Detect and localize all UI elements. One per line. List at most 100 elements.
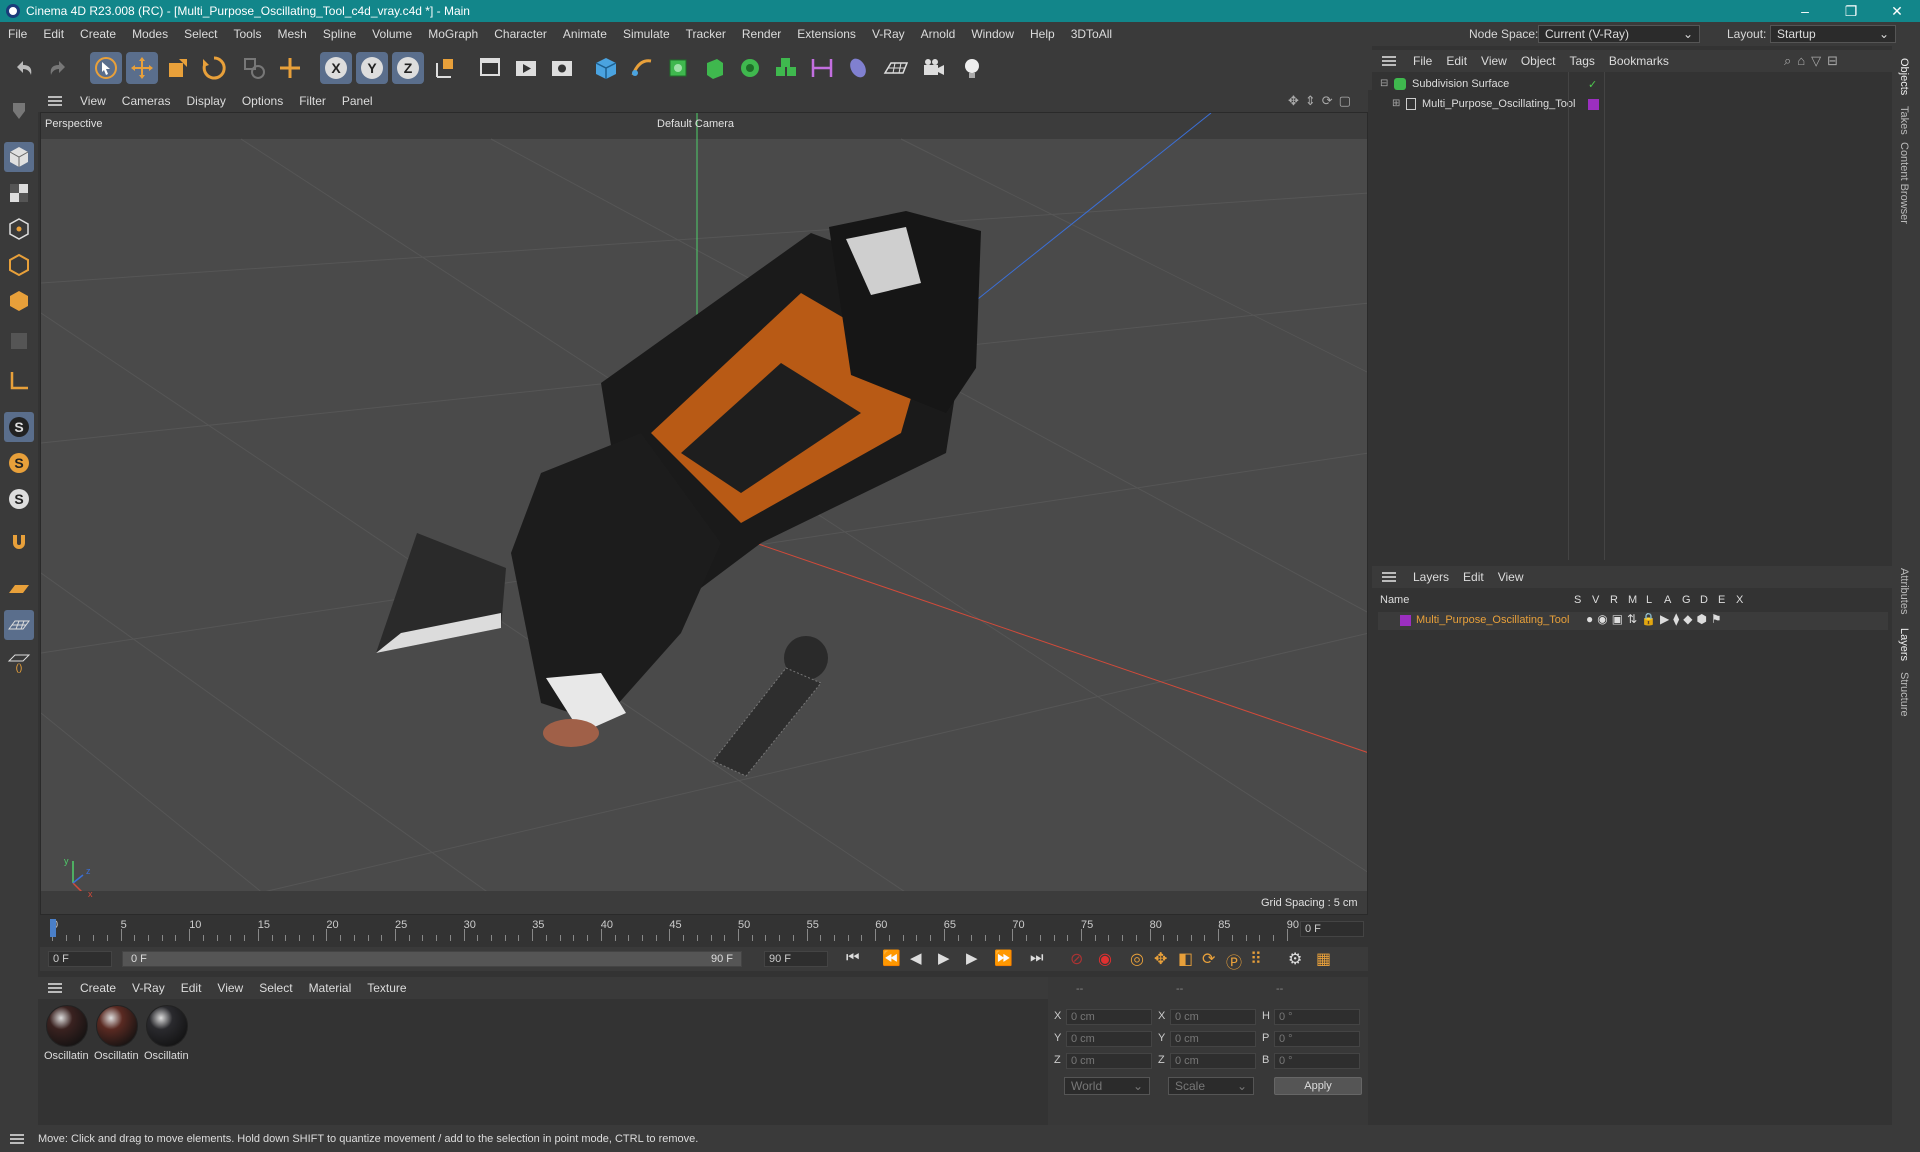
render-view-icon[interactable]: [474, 52, 506, 84]
menu-volume[interactable]: Volume: [364, 27, 420, 41]
object-search-filter-icons[interactable]: ⌕⌂▽⊟: [1784, 53, 1844, 69]
object-row-subdivision[interactable]: ⊟ Subdivision Surface ✓: [1378, 76, 1878, 94]
viewport-menu-display[interactable]: Display: [178, 94, 233, 108]
tab-content-browser[interactable]: Content Browser: [1898, 142, 1910, 224]
make-editable-icon[interactable]: [4, 96, 34, 126]
cube-object-icon[interactable]: [590, 52, 622, 84]
layer-column-x[interactable]: X: [1736, 594, 1743, 606]
extrude-icon[interactable]: [698, 52, 730, 84]
recent-tool-icon[interactable]: [238, 52, 270, 84]
menu-mograph[interactable]: MoGraph: [420, 27, 486, 41]
record-disabled-icon[interactable]: ⊘: [1070, 949, 1083, 969]
layer-column-g[interactable]: G: [1682, 594, 1691, 606]
undo-icon[interactable]: [8, 52, 40, 84]
coord-value-field[interactable]: 0 °: [1274, 1009, 1360, 1025]
object-menu-tags[interactable]: Tags: [1563, 54, 1602, 68]
collapse-icon[interactable]: ⊟: [1380, 78, 1388, 89]
next-frame-icon[interactable]: ▶: [966, 949, 978, 967]
workplane-icon[interactable]: [4, 574, 34, 604]
viewport-menu-icon[interactable]: [48, 96, 62, 106]
object-menu-view[interactable]: View: [1474, 54, 1514, 68]
timeline-ruler[interactable]: 051015202530354045505560657075808590 0 F: [40, 915, 1368, 947]
layer-toggle-icons[interactable]: ●◉▣⇅🔒▶⧫◆⬢⚑: [1586, 612, 1726, 626]
close-button[interactable]: ✕: [1874, 0, 1920, 22]
tab-takes[interactable]: Takes: [1898, 106, 1910, 135]
menu-arnold[interactable]: Arnold: [913, 27, 964, 41]
model-mode-icon[interactable]: [4, 142, 34, 172]
transform-tool-icon[interactable]: [274, 52, 306, 84]
layer-color-tag[interactable]: [1588, 99, 1599, 110]
layer-column-l[interactable]: L: [1646, 594, 1652, 606]
layer-column-d[interactable]: D: [1700, 594, 1708, 606]
workplane-snap-icon[interactable]: S: [4, 484, 34, 514]
checkmark-icon[interactable]: ✓: [1588, 78, 1597, 91]
viewport-menu-cameras[interactable]: Cameras: [114, 94, 179, 108]
redo-icon[interactable]: [42, 52, 74, 84]
material-menu-create[interactable]: Create: [72, 981, 124, 995]
frame-range-slider[interactable]: 0 F 90 F: [122, 951, 742, 967]
coord-value-field[interactable]: 0 cm: [1066, 1053, 1152, 1069]
mograph-cubes-icon[interactable]: [770, 52, 802, 84]
viewport-menu-filter[interactable]: Filter: [291, 94, 334, 108]
coord-value-field[interactable]: 0 cm: [1066, 1009, 1152, 1025]
subdivision-surface-icon[interactable]: [662, 52, 694, 84]
material-item[interactable]: Oscillatin: [92, 1005, 142, 1062]
motion-scheme-icon[interactable]: ⚙: [1288, 949, 1302, 969]
apply-button[interactable]: Apply: [1274, 1077, 1362, 1095]
viewport-menu-options[interactable]: Options: [234, 94, 291, 108]
minimize-button[interactable]: –: [1782, 0, 1828, 22]
tab-objects[interactable]: Objects: [1898, 58, 1910, 95]
layer-menu-view[interactable]: View: [1491, 570, 1531, 584]
key-rotation-icon[interactable]: ⟳: [1202, 949, 1215, 969]
layer-column-v[interactable]: V: [1592, 594, 1599, 606]
coord-value-field[interactable]: 0 cm: [1170, 1053, 1256, 1069]
viewport-menu-panel[interactable]: Panel: [334, 94, 381, 108]
material-menu-v-ray[interactable]: V-Ray: [124, 981, 173, 995]
viewport-menu-view[interactable]: View: [72, 94, 114, 108]
scale-tool-icon[interactable]: [162, 52, 194, 84]
next-key-icon[interactable]: ⏩: [994, 949, 1013, 967]
floor-icon[interactable]: [880, 52, 912, 84]
layer-column-a[interactable]: A: [1664, 594, 1671, 606]
layout-select[interactable]: Startup ⌄: [1770, 25, 1896, 43]
coord-value-field[interactable]: 0 cm: [1170, 1031, 1256, 1047]
object-menu-object[interactable]: Object: [1514, 54, 1563, 68]
coord-value-field[interactable]: 0 cm: [1066, 1031, 1152, 1047]
current-frame-field[interactable]: 0 F: [1300, 921, 1364, 937]
menu-tracker[interactable]: Tracker: [678, 27, 734, 41]
menu-extensions[interactable]: Extensions: [789, 27, 864, 41]
object-row-tool[interactable]: ⊞ Multi_Purpose_Oscillating_Tool: [1378, 96, 1878, 114]
menu-tools[interactable]: Tools: [225, 27, 269, 41]
pen-spline-icon[interactable]: [626, 52, 658, 84]
material-preview-sphere[interactable]: [146, 1005, 188, 1047]
key-scale-icon[interactable]: ◧: [1178, 949, 1193, 969]
texture-mode-icon[interactable]: [4, 178, 34, 208]
coord-space-select[interactable]: World ⌄: [1064, 1077, 1150, 1095]
layer-menu-edit[interactable]: Edit: [1456, 570, 1491, 584]
snap-settings-icon[interactable]: S: [4, 448, 34, 478]
render-picture-viewer-icon[interactable]: [510, 52, 542, 84]
menu-select[interactable]: Select: [176, 27, 225, 41]
status-menu-icon[interactable]: [10, 1133, 24, 1144]
menu-modes[interactable]: Modes: [124, 27, 176, 41]
layer-column-m[interactable]: M: [1628, 594, 1637, 606]
menu-simulate[interactable]: Simulate: [615, 27, 678, 41]
layer-column-s[interactable]: S: [1574, 594, 1581, 606]
material-item[interactable]: Oscillatin: [142, 1005, 192, 1062]
uv-mode-icon[interactable]: [4, 326, 34, 356]
rotate-tool-icon[interactable]: [198, 52, 230, 84]
tab-structure[interactable]: Structure: [1898, 672, 1910, 717]
play-icon[interactable]: ▶: [938, 949, 950, 967]
select-tool-icon[interactable]: [90, 52, 122, 84]
start-frame-field[interactable]: 0 F: [48, 951, 112, 967]
menu-3dtoall[interactable]: 3DToAll: [1063, 27, 1120, 41]
menu-help[interactable]: Help: [1022, 27, 1063, 41]
material-menu-select[interactable]: Select: [251, 981, 300, 995]
render-settings-icon[interactable]: [546, 52, 578, 84]
material-preview-sphere[interactable]: [46, 1005, 88, 1047]
menu-character[interactable]: Character: [486, 27, 555, 41]
prev-frame-icon[interactable]: ◀: [910, 949, 922, 967]
snap-icon[interactable]: S: [4, 412, 34, 442]
z-axis-lock-icon[interactable]: Z: [392, 52, 424, 84]
menu-file[interactable]: File: [0, 27, 35, 41]
